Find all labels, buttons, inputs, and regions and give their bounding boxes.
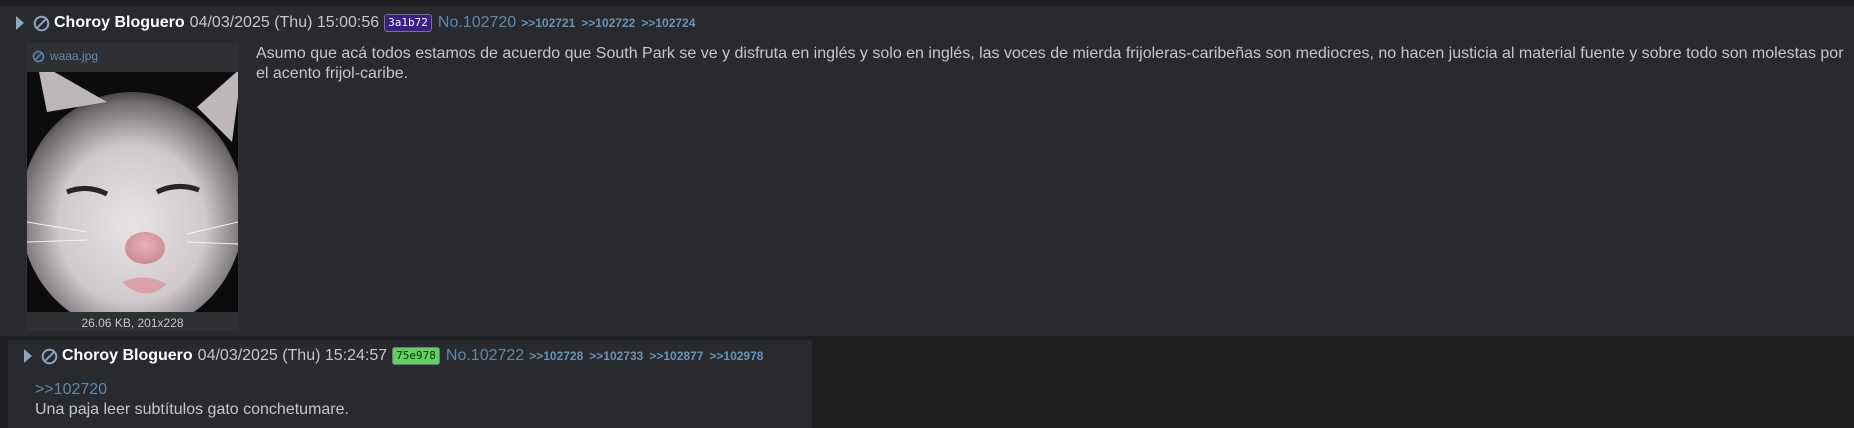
post-number-link[interactable]: No.102722 <box>446 347 524 365</box>
caret-right-icon[interactable] <box>20 348 36 364</box>
post-message: Asumo que acá todos estamos de acuerdo q… <box>256 45 1844 82</box>
file-info: 26.06 KB, 201x228 <box>81 316 184 330</box>
post-number-link[interactable]: No.102720 <box>438 14 516 32</box>
hide-post-icon[interactable] <box>32 14 50 32</box>
backlink[interactable]: >>102733 <box>589 349 643 363</box>
file-attachment: waaa.jpg 26.06 KB, 201x228 <box>26 43 239 331</box>
poster-id-badge[interactable]: 3a1b72 <box>384 14 432 32</box>
post-message: >>102720 Una paja leer subtítulos gato c… <box>35 380 795 420</box>
post-datetime: 04/03/2025 (Thu) 15:24:57 <box>197 347 388 364</box>
post-102720: Choroy Bloguero 04/03/2025 (Thu) 15:00:5… <box>0 6 1854 336</box>
caret-right-icon[interactable] <box>12 15 28 31</box>
backlink[interactable]: >>102877 <box>649 349 703 363</box>
backlinks: >>102728 >>102733 >>102877 >>102978 <box>529 349 763 363</box>
backlink[interactable]: >>102728 <box>529 349 583 363</box>
post-header: Choroy Bloguero 04/03/2025 (Thu) 15:24:5… <box>20 347 763 365</box>
poster-name: Choroy Bloguero <box>62 347 193 364</box>
file-name-link[interactable]: waaa.jpg <box>50 49 98 63</box>
post-datetime: 04/03/2025 (Thu) 15:00:56 <box>189 14 380 31</box>
thumbnail-image[interactable] <box>27 72 238 312</box>
backlink[interactable]: >>102978 <box>709 349 763 363</box>
backlink[interactable]: >>102722 <box>581 16 635 30</box>
post-header: Choroy Bloguero 04/03/2025 (Thu) 15:00:5… <box>12 14 695 32</box>
quote-link[interactable]: >>102720 <box>35 380 795 400</box>
message-text: Una paja leer subtítulos gato conchetuma… <box>35 401 349 418</box>
file-name-row: waaa.jpg <box>32 49 98 63</box>
backlink[interactable]: >>102721 <box>521 16 575 30</box>
poster-id-badge[interactable]: 75e978 <box>392 347 440 365</box>
hide-file-icon[interactable] <box>32 50 45 63</box>
backlink[interactable]: >>102724 <box>641 16 695 30</box>
backlinks: >>102721 >>102722 >>102724 <box>521 16 695 30</box>
hide-post-icon[interactable] <box>40 347 58 365</box>
post-102722: Choroy Bloguero 04/03/2025 (Thu) 15:24:5… <box>8 340 812 428</box>
poster-name: Choroy Bloguero <box>54 14 185 31</box>
